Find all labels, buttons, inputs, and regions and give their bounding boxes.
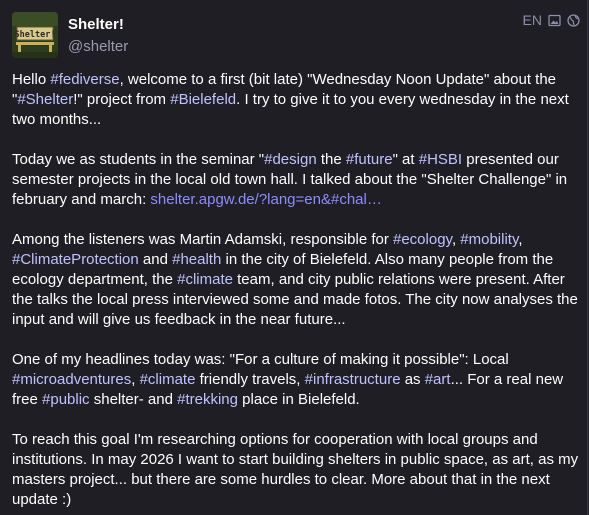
hashtag-link[interactable]: #health [172, 251, 221, 268]
text: !" project from [73, 91, 171, 108]
status-meta: EN [523, 12, 580, 28]
hashtag-link[interactable]: #design [264, 151, 317, 168]
hashtag-link[interactable]: #mobility [460, 231, 518, 248]
text: To reach this goal I'm researching optio… [12, 431, 579, 508]
hashtag-link[interactable]: #ecology [393, 231, 452, 248]
text: as [400, 371, 425, 388]
status-content: Hello #fediverse, welcome to a first (bi… [12, 70, 582, 515]
hashtag-link[interactable]: #Bielefeld [170, 91, 236, 108]
paragraph-4: One of my headlines today was: "For a cu… [12, 350, 582, 410]
globe-icon[interactable] [567, 13, 580, 27]
avatar[interactable]: Shelter! [12, 12, 58, 58]
paragraph-1: Hello #fediverse, welcome to a first (bi… [12, 70, 582, 130]
image-icon [548, 14, 561, 26]
hashtag-link[interactable]: #art [425, 371, 451, 388]
text: and [138, 251, 173, 268]
text: shelter- and [89, 391, 178, 408]
account-handle[interactable]: @shelter [68, 38, 128, 55]
language-badge: EN [522, 12, 542, 28]
hashtag-link[interactable]: #microadventures [12, 371, 131, 388]
paragraph-2: Today we as students in the seminar "#de… [12, 150, 582, 210]
text: Hello [12, 71, 51, 88]
avatar-text: Shelter! [15, 30, 56, 40]
display-name[interactable]: Shelter! [68, 16, 124, 33]
hashtag-link[interactable]: #climate [177, 271, 233, 288]
hashtag-link[interactable]: #climate [140, 371, 196, 388]
external-link[interactable]: shelter.apgw.de/?lang=en&#chal… [150, 191, 381, 208]
text: , [131, 371, 140, 388]
status-header: Shelter! Shelter! @shelter EN [12, 12, 580, 60]
text: Today we as students in the seminar " [12, 151, 265, 168]
paragraph-5: To reach this goal I'm researching optio… [12, 430, 582, 510]
hashtag-link[interactable]: #trekking [177, 391, 238, 408]
hashtag-link[interactable]: #Shelter [17, 91, 73, 108]
paragraph-3: Among the listeners was Martin Adamski, … [12, 230, 582, 330]
hashtag-link[interactable]: #future [346, 151, 393, 168]
text: Among the listeners was Martin Adamski, … [12, 231, 393, 248]
hashtag-link[interactable]: #ClimateProtection [12, 251, 139, 268]
text: " at [392, 151, 419, 168]
text: the [316, 151, 346, 168]
text: friendly travels, [195, 371, 305, 388]
avatar-image: Shelter! [12, 12, 58, 58]
hashtag-link[interactable]: #public [42, 391, 90, 408]
text: place in Bielefeld. [237, 391, 360, 408]
hashtag-link[interactable]: #fediverse [50, 71, 119, 88]
text: One of my headlines today was: "For a cu… [12, 351, 509, 368]
text: , [518, 231, 523, 248]
hashtag-link[interactable]: #infrastructure [305, 371, 401, 388]
hashtag-link[interactable]: #HSBI [419, 151, 462, 168]
status-card: Shelter! Shelter! @shelter EN Hello #fed… [0, 0, 588, 515]
